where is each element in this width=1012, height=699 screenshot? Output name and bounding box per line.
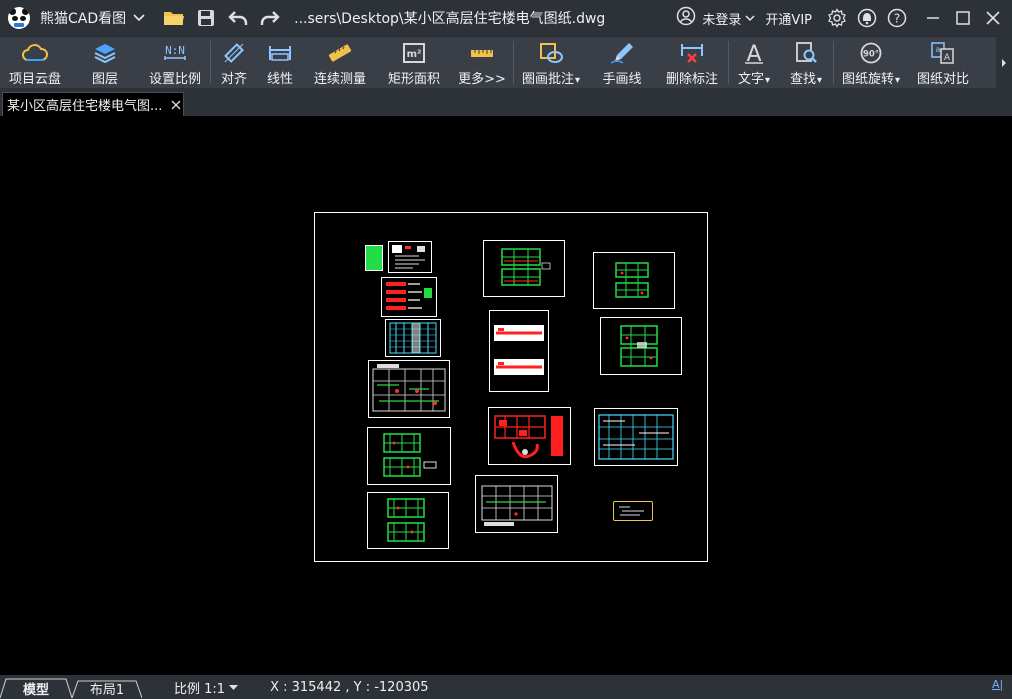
- align-button[interactable]: 对齐: [211, 37, 257, 88]
- drawing-thumbnail: [367, 492, 449, 549]
- drawing-thumbnail: [488, 407, 571, 465]
- annotation-scale-icon[interactable]: A|: [992, 678, 1006, 694]
- close-tab-icon[interactable]: [169, 98, 183, 112]
- compare-icon: aA: [929, 40, 957, 66]
- svg-text:?: ?: [894, 12, 900, 26]
- open-folder-icon[interactable]: [162, 6, 186, 30]
- file-path: ...sers\Desktop\某小区高层住宅楼电气图纸.dwg: [294, 11, 606, 27]
- markup-icon: [537, 40, 565, 66]
- svg-text:a: a: [936, 45, 941, 54]
- more-button[interactable]: 更多>>: [451, 37, 513, 88]
- drawing-thumbnail: [368, 360, 450, 418]
- drawing-thumbnail: [483, 240, 565, 297]
- drawing-thumbnail: [367, 427, 451, 485]
- markup-button[interactable]: 圈画批注: [514, 37, 588, 88]
- scale-label: 比例 1:1: [174, 681, 226, 697]
- layers-button[interactable]: 图层: [70, 37, 140, 88]
- text-button[interactable]: A 文字: [729, 37, 779, 88]
- drawing-thumbnail: [475, 475, 558, 533]
- align-icon: [220, 40, 248, 66]
- drawing-thumbnail: [381, 277, 437, 317]
- chevron-down-icon: [229, 680, 239, 695]
- tab-model[interactable]: 模型: [0, 678, 72, 698]
- status-bar: 模型 布局1 比例 1:1 X : 315442 , Y : -120305 A…: [0, 675, 1012, 699]
- drawing-thumbnail: [594, 408, 678, 466]
- drawing-thumbnail: [593, 252, 675, 309]
- close-icon[interactable]: [980, 5, 1006, 31]
- ribbon-toolbar: 项目云盘 图层 N:N 设置比例 对齐 线性 连续测量 m² 矩形面积 更多>>…: [0, 36, 1012, 89]
- undo-icon[interactable]: [226, 6, 250, 30]
- settings-icon[interactable]: [826, 7, 848, 29]
- document-tab-label: 某小区高层住宅楼电气图...: [7, 99, 163, 114]
- cursor-coordinates: X : 315442 , Y : -120305: [270, 679, 429, 695]
- drawing-title-block: [613, 501, 653, 521]
- app-name: 熊猫CAD看图: [40, 11, 127, 27]
- rect-area-icon: m²: [400, 40, 428, 66]
- delete-dimension-icon: [678, 40, 706, 66]
- cloud-drive-icon: [21, 40, 49, 66]
- more-measure-icon: [468, 40, 496, 66]
- freehand-icon: [608, 40, 636, 66]
- drawing-thumbnail: [385, 319, 441, 357]
- maximize-icon[interactable]: [950, 5, 976, 31]
- set-scale-button[interactable]: N:N 设置比例: [140, 37, 210, 88]
- document-tab-strip: 某小区高层住宅楼电气图...: [0, 88, 1012, 116]
- linear-button[interactable]: 线性: [257, 37, 303, 88]
- panda-logo-icon: [8, 7, 30, 29]
- redo-icon[interactable]: [258, 6, 282, 30]
- rotate-button[interactable]: 90° 图纸旋转: [834, 37, 908, 88]
- chevron-down-icon[interactable]: [132, 11, 146, 25]
- drawing-thumbnail: [489, 310, 549, 392]
- user-icon: [676, 6, 696, 30]
- linear-measure-icon: [266, 40, 294, 66]
- continuous-measure-icon: [326, 40, 354, 66]
- document-tab[interactable]: 某小区高层住宅楼电气图...: [2, 92, 184, 116]
- skin-icon[interactable]: [856, 7, 878, 29]
- svg-text:90°: 90°: [863, 50, 879, 60]
- find-icon: [792, 40, 820, 66]
- save-icon[interactable]: [194, 6, 218, 30]
- layers-icon: [91, 40, 119, 66]
- scale-icon: N:N: [161, 40, 189, 66]
- rotate-icon: 90°: [857, 40, 885, 66]
- delete-dimension-button[interactable]: 删除标注: [656, 37, 728, 88]
- continuous-measure-button[interactable]: 连续测量: [303, 37, 377, 88]
- minimize-icon[interactable]: [920, 5, 946, 31]
- svg-text:m²: m²: [407, 49, 422, 60]
- rect-area-button[interactable]: m² 矩形面积: [377, 37, 451, 88]
- chevron-down-icon: [745, 11, 755, 26]
- help-icon[interactable]: ?: [886, 7, 908, 29]
- compare-button[interactable]: aA 图纸对比: [908, 37, 978, 88]
- title-bar: 熊猫CAD看图 ...sers\Desktop\某小区高层住宅楼电气图纸.dwg…: [0, 0, 1012, 36]
- login-label: 未登录: [702, 12, 742, 28]
- drawing-canvas[interactable]: [0, 116, 1012, 675]
- ribbon-scroll-right-icon[interactable]: [996, 37, 1012, 89]
- drawing-sheet-border: [314, 212, 708, 562]
- find-button[interactable]: 查找: [779, 37, 833, 88]
- drawing-thumbnail: [365, 245, 383, 271]
- vip-button[interactable]: 开通VIP: [765, 9, 812, 28]
- login-button[interactable]: 未登录: [676, 6, 755, 30]
- svg-text:N:N: N:N: [165, 44, 185, 57]
- svg-text:A: A: [944, 53, 951, 63]
- scale-selector[interactable]: 比例 1:1: [174, 678, 239, 697]
- text-icon: A: [740, 40, 768, 66]
- drawing-thumbnail: [600, 317, 682, 375]
- freehand-button[interactable]: 手画线: [588, 37, 656, 88]
- svg-text:A: A: [746, 42, 761, 65]
- drawing-thumbnail: [388, 241, 432, 273]
- cloud-drive-button[interactable]: 项目云盘: [0, 37, 70, 88]
- tab-layout1[interactable]: 布局1: [72, 678, 142, 698]
